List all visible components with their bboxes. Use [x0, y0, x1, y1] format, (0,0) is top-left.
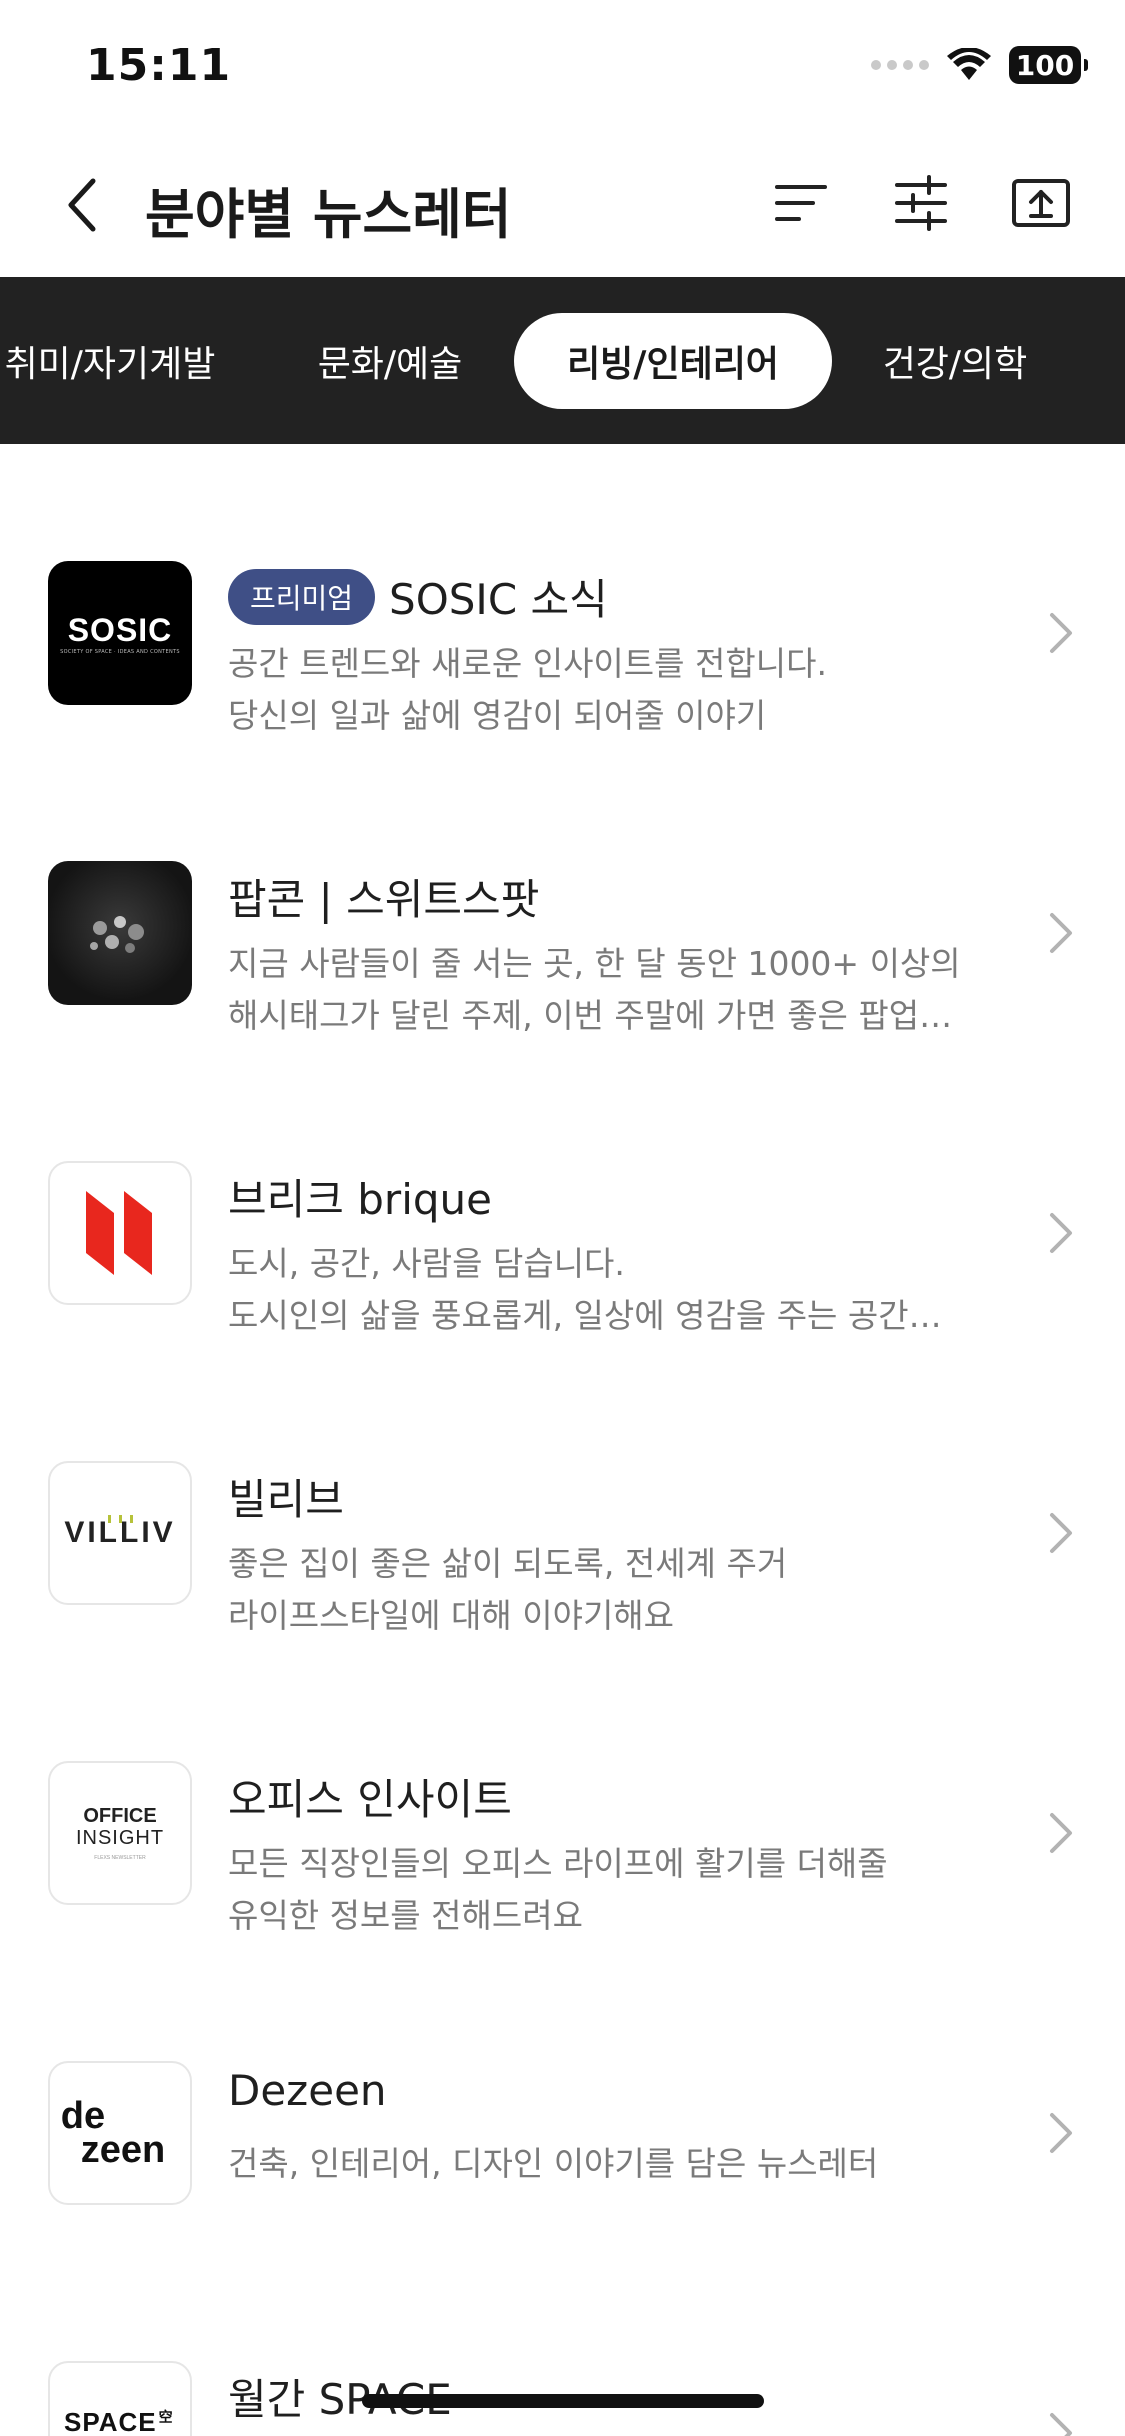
item-title-row: Dezeen: [228, 2066, 387, 2115]
list-item[interactable]: VILLIV 빌리브 좋은 집이 좋은 삶이 되도록, 전세계 주거 라이프스타…: [0, 1444, 1125, 1744]
brique-mark: [86, 1191, 152, 1275]
home-indicator: [362, 2394, 764, 2408]
list-item[interactable]: SPACE 空 월간 SPACE: [0, 2344, 1125, 2436]
share-button[interactable]: [1006, 168, 1076, 238]
villiv-logo: VILLIV: [48, 1461, 192, 1605]
item-title: 팝콘 | 스위트스팟: [228, 875, 540, 924]
item-title-row: 오피스 인사이트: [228, 1766, 512, 1827]
sliders-icon: [895, 175, 947, 231]
description-line: 건축, 인테리어, 디자인 이야기를 담은 뉴스레터: [228, 2144, 879, 2183]
status-indicators: 100: [871, 46, 1088, 84]
status-time: 15:11: [86, 40, 232, 91]
item-title: Dezeen: [228, 2066, 387, 2115]
logo-text: zeen: [80, 2129, 166, 2171]
chevron-right-icon: [1041, 1203, 1081, 1263]
item-description: 지금 사람들이 줄 서는 곳, 한 달 동안 1000+ 이상의 해시태그가 달…: [228, 938, 998, 1042]
item-title-row: 빌리브: [228, 1466, 344, 1527]
item-description: 공간 트렌드와 새로운 인사이트를 전합니다. 당신의 일과 삶에 영감이 되어…: [228, 638, 998, 742]
item-title: 오피스 인사이트: [228, 1775, 512, 1824]
chevron-right-icon: [1041, 903, 1081, 963]
logo-text: SPACE: [64, 2407, 157, 2436]
logo-text: OFFICE: [83, 1805, 157, 1827]
popcorn-image: [90, 916, 144, 953]
tab-hobby[interactable]: 취미/자기계발: [0, 313, 220, 409]
description-line: 도시, 공간, 사람을 담습니다.: [228, 1244, 625, 1283]
wifi-icon: [947, 48, 991, 80]
item-title-row: 브리크 brique: [228, 1166, 492, 1227]
tab-culture[interactable]: 문화/예술: [300, 313, 480, 409]
filter-button[interactable]: [886, 168, 956, 238]
item-title: SOSIC 소식: [389, 575, 608, 624]
chevron-right-icon: [1041, 2403, 1081, 2436]
chevron-right-icon: [1041, 1803, 1081, 1863]
description-line: 공간 트렌드와 새로운 인사이트를 전합니다.: [228, 644, 827, 683]
status-bar: 15:11 100: [0, 0, 1125, 140]
popcorn-logo: [48, 861, 192, 1005]
tab-living-interior[interactable]: 리빙/인테리어: [514, 313, 832, 409]
villiv-accent: [100, 1508, 140, 1523]
logo-text: INSIGHT: [75, 1827, 165, 1849]
item-description: 건축, 인테리어, 디자인 이야기를 담은 뉴스레터: [228, 2138, 998, 2190]
description-line: 유익한 정보를 전해드려요: [228, 1896, 583, 1935]
item-description: 도시, 공간, 사람을 담습니다. 도시인의 삶을 풍요롭게, 일상에 영감을 …: [228, 1238, 998, 1342]
list-item[interactable]: 팝콘 | 스위트스팟 지금 사람들이 줄 서는 곳, 한 달 동안 1000+ …: [0, 844, 1125, 1144]
chevron-right-icon: [1041, 1503, 1081, 1563]
premium-badge: 프리미엄: [228, 568, 376, 625]
logo-mark: 空: [158, 2409, 174, 2425]
sort-button[interactable]: [766, 168, 836, 238]
logo-text: SOSIC: [67, 611, 173, 648]
space-logo: SPACE 空: [48, 2361, 192, 2436]
category-tabs: 취미/자기계발 문화/예술 리빙/인테리어 건강/의학: [0, 277, 1125, 444]
list-item[interactable]: OFFICE INSIGHT FLEXS NEWSLETTER 오피스 인사이트…: [0, 1744, 1125, 2044]
battery-icon: 100: [1009, 46, 1088, 84]
cellular-signal-icon: [871, 60, 929, 70]
item-description: 모든 직장인들의 오피스 라이프에 활기를 더해줄 유익한 정보를 전해드려요: [228, 1838, 998, 1942]
tab-health[interactable]: 건강/의학: [872, 313, 1038, 409]
chevron-left-icon: [68, 178, 96, 232]
share-icon: [1012, 179, 1070, 227]
item-title: 브리크 brique: [228, 1175, 492, 1224]
item-title-row: 프리미엄 SOSIC 소식: [228, 566, 608, 627]
chevron-right-icon: [1041, 603, 1081, 663]
dezeen-logo: de zeen: [48, 2061, 192, 2205]
description-line: 라이프스타일에 대해 이야기해요: [228, 1596, 675, 1635]
item-description: 좋은 집이 좋은 삶이 되도록, 전세계 주거 라이프스타일에 대해 이야기해요: [228, 1538, 998, 1642]
description-line: 당신의 일과 삶에 영감이 되어줄 이야기: [228, 696, 767, 735]
office-insight-logo: OFFICE INSIGHT FLEXS NEWSLETTER: [48, 1761, 192, 1905]
description-line: 모든 직장인들의 오피스 라이프에 활기를 더해줄: [228, 1844, 888, 1883]
logo-subtext: FLEXS NEWSLETTER: [94, 1855, 146, 1861]
item-title: 빌리브: [228, 1475, 344, 1524]
list-item[interactable]: SOSIC SOCIETY OF SPACE · IDEAS AND CONTE…: [0, 544, 1125, 844]
sosic-logo: SOSIC SOCIETY OF SPACE · IDEAS AND CONTE…: [48, 561, 192, 705]
description-line: 해시태그가 달린 주제, 이번 주말에 가면 좋은 팝업…: [228, 996, 953, 1035]
logo-text: de: [60, 2095, 106, 2137]
description-line: 지금 사람들이 줄 서는 곳, 한 달 동안 1000+ 이상의: [228, 944, 961, 983]
header: 분야별 뉴스레터: [0, 140, 1125, 277]
description-line: 좋은 집이 좋은 삶이 되도록, 전세계 주거: [228, 1544, 788, 1583]
brique-logo: [48, 1161, 192, 1305]
chevron-right-icon: [1041, 2103, 1081, 2163]
logo-subtext: SOCIETY OF SPACE · IDEAS AND CONTENTS: [60, 648, 180, 655]
list-item[interactable]: 브리크 brique 도시, 공간, 사람을 담습니다. 도시인의 삶을 풍요롭…: [0, 1144, 1125, 1444]
page-title: 분야별 뉴스레터: [145, 183, 512, 246]
list-item[interactable]: de zeen Dezeen 건축, 인테리어, 디자인 이야기를 담은 뉴스레…: [0, 2044, 1125, 2344]
back-button[interactable]: [52, 170, 112, 240]
sort-icon: [775, 185, 827, 221]
description-line: 도시인의 삶을 풍요롭게, 일상에 영감을 주는 공간…: [228, 1296, 942, 1335]
item-title-row: 팝콘 | 스위트스팟: [228, 866, 539, 927]
